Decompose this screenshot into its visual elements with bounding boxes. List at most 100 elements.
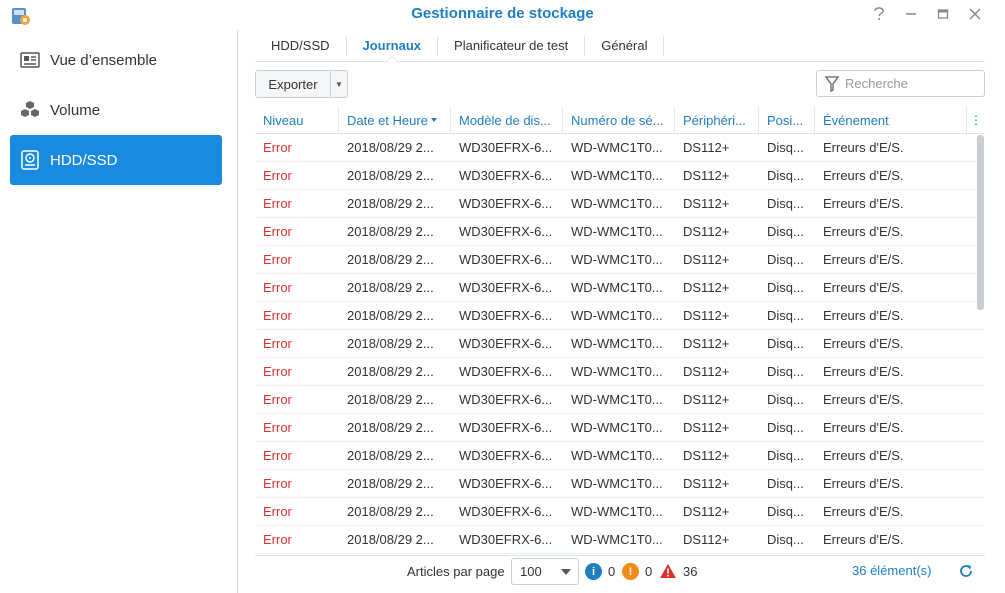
table-cell: Error (263, 504, 292, 519)
table-cell: DS112+ (683, 196, 730, 211)
per-page-label: Articles par page (407, 564, 505, 579)
table-cell: Error (263, 280, 292, 295)
table-row[interactable]: Error 2018/08/29 2... WD30EFRX-6... WD-WMC1… (255, 358, 985, 386)
close-button[interactable] (965, 5, 985, 23)
table-row[interactable]: Error 2018/08/29 2... WD30EFRX-6... WD-WMC1… (255, 190, 985, 218)
maximize-button[interactable] (933, 5, 953, 23)
export-button[interactable]: Exporter (256, 71, 331, 97)
table-cell: WD30EFRX-6... (459, 308, 553, 323)
table-cell: Error (263, 476, 292, 491)
column-header-position[interactable]: Posi... (759, 106, 815, 134)
tab-general[interactable]: Général (585, 30, 663, 61)
table-cell: Erreurs d'E/S. (823, 392, 904, 407)
table-cell: 2018/08/29 2... (347, 364, 434, 379)
column-header-event[interactable]: Événement (815, 106, 967, 134)
info-status: i 0 (585, 563, 615, 580)
table-cell: Erreurs d'E/S. (823, 280, 904, 295)
table-cell: DS112+ (683, 168, 730, 183)
refresh-button[interactable] (958, 563, 974, 579)
table-cell: WD-WMC1T0... (571, 196, 663, 211)
table-row[interactable]: Error 2018/08/29 2... WD30EFRX-6... WD-WMC1… (255, 470, 985, 498)
help-button[interactable] (869, 5, 889, 23)
column-menu-button[interactable]: ⋮ (967, 106, 985, 133)
per-page-value: 100 (520, 564, 542, 579)
table-cell: DS112+ (683, 252, 730, 267)
chevron-down-icon: ▼ (335, 79, 343, 89)
table-row[interactable]: Error 2018/08/29 2... WD30EFRX-6... WD-WMC1… (255, 246, 985, 274)
column-header-device[interactable]: Périphéri... (675, 106, 759, 134)
table-cell: WD30EFRX-6... (459, 196, 553, 211)
table-cell: WD30EFRX-6... (459, 476, 553, 491)
table-cell: Error (263, 140, 292, 155)
table-cell: Disq... (767, 448, 804, 463)
table-cell: Disq... (767, 392, 804, 407)
table-row[interactable]: Error 2018/08/29 2... WD30EFRX-6... WD-WMC1… (255, 526, 985, 554)
sidebar-divider (237, 30, 238, 593)
table-cell: DS112+ (683, 336, 730, 351)
table-cell: Erreurs d'E/S. (823, 420, 904, 435)
column-header-model[interactable]: Modèle de dis... (451, 106, 563, 134)
tab-journaux[interactable]: Journaux (347, 30, 438, 62)
table-row[interactable]: Error 2018/08/29 2... WD30EFRX-6... WD-WMC1… (255, 218, 985, 246)
column-header-serial[interactable]: Numéro de sé... (563, 106, 675, 134)
sort-desc-icon (430, 118, 437, 122)
table-footer: Articles par page 100 i 0 ! 0 36 36 élém… (255, 555, 985, 587)
table-cell: Erreurs d'E/S. (823, 224, 904, 239)
table-cell: 2018/08/29 2... (347, 224, 434, 239)
column-header-niveau[interactable]: Niveau (255, 106, 339, 134)
close-icon (969, 8, 981, 20)
table-row[interactable]: Error 2018/08/29 2... WD30EFRX-6... WD-WMC1… (255, 330, 985, 358)
table-cell: WD30EFRX-6... (459, 336, 553, 351)
column-header-date[interactable]: Date et Heure (339, 106, 451, 134)
active-tab-indicator (385, 56, 398, 62)
table-cell: Error (263, 224, 292, 239)
table-cell: Error (263, 364, 292, 379)
table-row[interactable]: Error 2018/08/29 2... WD30EFRX-6... WD-WMC1… (255, 134, 985, 162)
table-cell: WD-WMC1T0... (571, 280, 663, 295)
table-cell: DS112+ (683, 308, 730, 323)
table-cell: 2018/08/29 2... (347, 532, 434, 547)
tab-hdd-ssd[interactable]: HDD/SSD (255, 30, 346, 61)
table-row[interactable]: Error 2018/08/29 2... WD30EFRX-6... WD-WMC1… (255, 442, 985, 470)
sidebar-item-hdd-ssd[interactable]: HDD/SSD (10, 135, 222, 185)
table-cell: Error (263, 420, 292, 435)
table-header: Niveau Date et Heure Modèle de dis... Nu… (255, 106, 985, 134)
search-box (816, 70, 985, 97)
chevron-down-icon (561, 569, 571, 575)
error-count: 36 (683, 563, 698, 579)
table-cell: WD-WMC1T0... (571, 140, 663, 155)
table-cell: Disq... (767, 168, 804, 183)
table-cell: WD-WMC1T0... (571, 224, 663, 239)
sidebar-item-label: Vue d’ensemble (50, 51, 158, 69)
per-page-select[interactable]: 100 (511, 558, 579, 585)
table-cell: WD30EFRX-6... (459, 168, 553, 183)
table-row[interactable]: Error 2018/08/29 2... WD30EFRX-6... WD-WMC1… (255, 498, 985, 526)
table-cell: Disq... (767, 504, 804, 519)
table-cell: Error (263, 196, 292, 211)
table-row[interactable]: Error 2018/08/29 2... WD30EFRX-6... WD-WMC1… (255, 386, 985, 414)
table-cell: WD-WMC1T0... (571, 392, 663, 407)
sidebar-item-volume[interactable]: Volume (10, 85, 222, 135)
table-row[interactable]: Error 2018/08/29 2... WD30EFRX-6... WD-WMC1… (255, 302, 985, 330)
info-count: 0 (608, 564, 616, 579)
table-row[interactable]: Error 2018/08/29 2... WD30EFRX-6... WD-WMC1… (255, 162, 985, 190)
column-header-label: Date et Heure (347, 112, 428, 128)
tab-test-scheduler[interactable]: Planificateur de test (438, 30, 584, 61)
table-cell: Disq... (767, 196, 804, 211)
minimize-icon (906, 13, 916, 15)
table-row[interactable]: Error 2018/08/29 2... WD30EFRX-6... WD-WMC1… (255, 414, 985, 442)
table-cell: Disq... (767, 420, 804, 435)
maximize-icon (937, 9, 949, 19)
table-cell: DS112+ (683, 420, 730, 435)
table-row[interactable]: Error 2018/08/29 2... WD30EFRX-6... WD-WMC1… (255, 274, 985, 302)
export-dropdown-button[interactable]: ▼ (331, 71, 347, 97)
table-cell: Erreurs d'E/S. (823, 140, 904, 155)
minimize-button[interactable] (901, 5, 921, 23)
table-cell: WD30EFRX-6... (459, 224, 553, 239)
table-scrollbar[interactable] (977, 135, 984, 310)
search-input[interactable] (845, 76, 975, 91)
sidebar-item-overview[interactable]: Vue d’ensemble (10, 35, 222, 85)
table-cell: Error (263, 252, 292, 267)
table-cell: 2018/08/29 2... (347, 196, 434, 211)
table-cell: Erreurs d'E/S. (823, 196, 904, 211)
